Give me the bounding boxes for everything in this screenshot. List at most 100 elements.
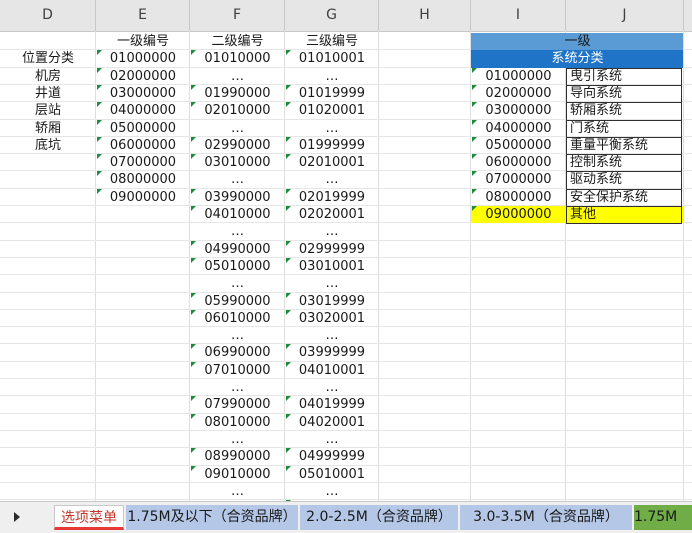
cell-g-22[interactable]: 04020001 [285,414,379,431]
cell-g-3[interactable]: 01019999 [285,85,379,102]
cell-f-13[interactable]: 05010000 [190,258,285,275]
system-code-6[interactable]: 07000000 [471,171,566,188]
cell-g-7[interactable]: 02010001 [285,154,379,171]
cell-g-4[interactable]: 01020001 [285,102,379,119]
cell-f-17[interactable]: … [190,327,285,344]
error-indicator-icon [97,188,102,194]
header-level1-code[interactable]: 一级编号 [96,33,190,50]
cell-f-11[interactable]: … [190,223,285,240]
cell-f-14[interactable]: … [190,275,285,292]
cell-e-6[interactable]: 06000000 [96,137,190,154]
cell-g-9[interactable]: 02019999 [285,189,379,206]
right-table-subheader[interactable]: 系统分类 [471,50,684,67]
cell-f-19[interactable]: 07010000 [190,362,285,379]
cell-f-15[interactable]: 05990000 [190,293,285,310]
cell-f-16[interactable]: 06010000 [190,310,285,327]
cell-g-16[interactable]: 03020001 [285,310,379,327]
cell-e-4[interactable]: 04000000 [96,102,190,119]
system-code-5[interactable]: 06000000 [471,154,566,171]
cell-d-3[interactable]: 井道 [0,85,96,102]
right-table-header[interactable]: 一级 [471,33,684,50]
system-code-1[interactable]: 02000000 [471,85,566,102]
cell-f-22[interactable]: 08010000 [190,414,285,431]
cell-f-21[interactable]: 07990000 [190,396,285,413]
cell-e-9[interactable]: 09000000 [96,189,190,206]
cell-g-26[interactable]: … [285,483,379,500]
cell-f-7[interactable]: 03010000 [190,154,285,171]
cell-f-2[interactable]: … [190,68,285,85]
cell-g-21[interactable]: 04019999 [285,396,379,413]
sheet-tab-options-menu[interactable]: 选项菜单 [54,505,124,530]
cell-g-14[interactable]: … [285,275,379,292]
cell-g-18[interactable]: 03999999 [285,344,379,361]
cell-f-12[interactable]: 04990000 [190,241,285,258]
cell-f-20[interactable]: … [190,379,285,396]
cell-f-9[interactable]: 03990000 [190,189,285,206]
column-header-f[interactable]: F [190,0,285,31]
cell-f-26[interactable]: … [190,483,285,500]
cell-f-3[interactable]: 01990000 [190,85,285,102]
cell-g-19[interactable]: 04010001 [285,362,379,379]
cell-g-12[interactable]: 02999999 [285,241,379,258]
cell-g-1[interactable]: 01010001 [285,50,379,67]
cell-g-10[interactable]: 02020001 [285,206,379,223]
cell-f-4[interactable]: 02010000 [190,102,285,119]
cell-d-6[interactable]: 底坑 [0,137,96,154]
cell-g-17[interactable]: … [285,327,379,344]
cell-g-13[interactable]: 03010001 [285,258,379,275]
cell-g-2[interactable]: … [285,68,379,85]
error-indicator-icon [286,206,291,211]
cell-e-7[interactable]: 07000000 [96,154,190,171]
system-code-2[interactable]: 03000000 [471,102,566,119]
sheet-nav-arrow-icon[interactable] [14,512,20,522]
sheet-tab-1-75m[interactable]: 1.75M及以下（合资品牌） [126,505,298,530]
column-header-e[interactable]: E [96,0,190,31]
cell-g-15[interactable]: 03019999 [285,293,379,310]
sheet-tab-2-0-2-5m[interactable]: 2.0-2.5M（合资品牌） [300,505,458,530]
cell-f-18[interactable]: 06990000 [190,344,285,361]
cell-g-24[interactable]: 04999999 [285,448,379,465]
system-code-3[interactable]: 04000000 [471,120,566,137]
header-level2-code[interactable]: 二级编号 [190,33,285,50]
column-header-h[interactable]: H [379,0,471,31]
cell-d-5[interactable]: 轿厢 [0,120,96,137]
error-indicator-icon [286,396,291,402]
column-header-i[interactable]: I [471,0,566,31]
cell-f-24[interactable]: 08990000 [190,448,285,465]
sheet-tab-1-75m-more[interactable]: 1.75M [634,505,692,530]
cell-e-2[interactable]: 02000000 [96,68,190,85]
system-code-7[interactable]: 08000000 [471,189,566,206]
cell-f-5[interactable]: … [190,120,285,137]
system-code-4[interactable]: 05000000 [471,137,566,154]
cell-f-8[interactable]: … [190,171,285,188]
cell-f-25[interactable]: 09010000 [190,466,285,483]
cell-g-23[interactable]: … [285,431,379,448]
cell-g-11[interactable]: … [285,223,379,240]
cell-e-5[interactable]: 05000000 [96,120,190,137]
cell-f-10[interactable]: 04010000 [190,206,285,223]
cell-g-20[interactable]: … [285,379,379,396]
cell-g-25[interactable]: 05010001 [285,466,379,483]
cell-f-1[interactable]: 01010000 [190,50,285,67]
system-code-0[interactable]: 01000000 [471,68,566,85]
system-code-8[interactable]: 09000000 [471,206,566,223]
cell-f-6[interactable]: 02990000 [190,137,285,154]
cell-d-4[interactable]: 层站 [0,102,96,119]
error-indicator-icon [191,50,196,56]
column-header-j[interactable]: J [566,0,684,31]
error-indicator-icon [286,292,291,298]
header-level3-code[interactable]: 三级编号 [285,33,379,50]
cell-grid[interactable]: 位置分类 机房 井道 层站 轿厢 底坑 一级编号 01000000 02000000 030000… [0,31,692,501]
cell-g-5[interactable]: … [285,120,379,137]
cell-e-3[interactable]: 03000000 [96,85,190,102]
column-header-d[interactable]: D [0,0,96,31]
cell-d-2[interactable]: 机房 [0,68,96,85]
sheet-tab-3-0-3-5m[interactable]: 3.0-3.5M（合资品牌） [460,505,632,530]
cell-g-6[interactable]: 01999999 [285,137,379,154]
cell-e-8[interactable]: 08000000 [96,171,190,188]
column-header-g[interactable]: G [285,0,379,31]
cell-g-8[interactable]: … [285,171,379,188]
cell-d-1[interactable]: 位置分类 [0,50,96,67]
cell-f-23[interactable]: … [190,431,285,448]
cell-e-1[interactable]: 01000000 [96,50,190,67]
